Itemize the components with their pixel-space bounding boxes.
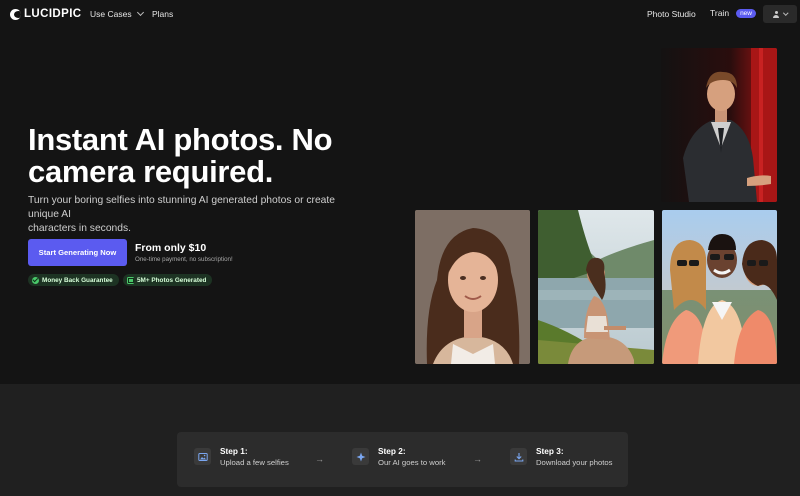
start-generating-button[interactable]: Start Generating Now [28, 239, 127, 266]
logo-icon [10, 8, 21, 20]
woman-portrait-photo [415, 210, 530, 364]
step-2: Step 2: Our AI goes to work [352, 446, 446, 468]
money-back-badge: Money Back Guarantee [28, 274, 119, 286]
arrow-right-icon: → [473, 454, 482, 464]
hero-title-line1: Instant AI photos. No [28, 122, 333, 157]
woman-meditating-by-lake-photo [538, 210, 654, 364]
step-3-text: Download your photos [536, 458, 613, 467]
arrow-right-icon: → [315, 454, 324, 464]
steps-panel: Step 1: Upload a few selfies → Step 2: O… [177, 432, 628, 487]
step-1-title: Step 1: [220, 446, 248, 456]
price-note: One-time payment, no subscription! [135, 256, 233, 263]
hero-subtitle-line2: characters in seconds. [28, 223, 132, 234]
user-menu-button[interactable] [763, 5, 797, 23]
sparkle-icon [352, 448, 369, 465]
nav-use-cases[interactable]: Use Cases [90, 8, 144, 19]
hero-title: Instant AI photos. No camera required. [28, 124, 388, 188]
nav-train-label: Train [710, 8, 730, 18]
photos-generated-label: 5M+ Photos Generated [137, 276, 207, 284]
nav-photo-studio[interactable]: Photo Studio [647, 9, 696, 19]
photos-icon [127, 276, 134, 284]
user-icon [773, 10, 780, 18]
step-1-text: Upload a few selfies [220, 458, 289, 467]
man-speaking-on-stage-photo [661, 48, 777, 202]
nav-train[interactable]: Train new [710, 8, 756, 18]
photos-generated-badge: 5M+ Photos Generated [123, 274, 213, 286]
money-back-label: Money Back Guarantee [42, 276, 113, 284]
nav-use-cases-label: Use Cases [90, 9, 132, 19]
nav-plans[interactable]: Plans [152, 9, 173, 19]
step-2-text: Our AI goes to work [378, 458, 446, 467]
nav-photo-studio-label: Photo Studio [647, 9, 696, 19]
nav-plans-label: Plans [152, 9, 174, 19]
chevron-down-icon [136, 8, 144, 17]
step-2-title: Step 2: [378, 446, 406, 456]
friends-group-selfie-photo [662, 210, 777, 364]
step-3: Step 3: Download your photos [510, 446, 613, 468]
hero-title-line2: camera required. [28, 154, 274, 189]
download-icon [510, 448, 527, 465]
image-icon [194, 448, 211, 465]
new-badge: new [736, 8, 756, 18]
logo-text: LUCIDPIC [24, 8, 82, 20]
hero-subtitle-line1: Turn your boring selfies into stunning A… [28, 195, 335, 220]
step-1: Step 1: Upload a few selfies [194, 446, 289, 468]
check-circle-icon [32, 276, 39, 284]
logo[interactable]: LUCIDPIC [10, 8, 82, 20]
hero-subtitle: Turn your boring selfies into stunning A… [28, 194, 368, 236]
chevron-down-icon [783, 10, 788, 16]
price-text: From only $10 [135, 242, 207, 254]
top-nav: LUCIDPIC Use Cases Plans Photo Studio Tr… [0, 0, 800, 29]
step-3-title: Step 3: [536, 446, 564, 456]
